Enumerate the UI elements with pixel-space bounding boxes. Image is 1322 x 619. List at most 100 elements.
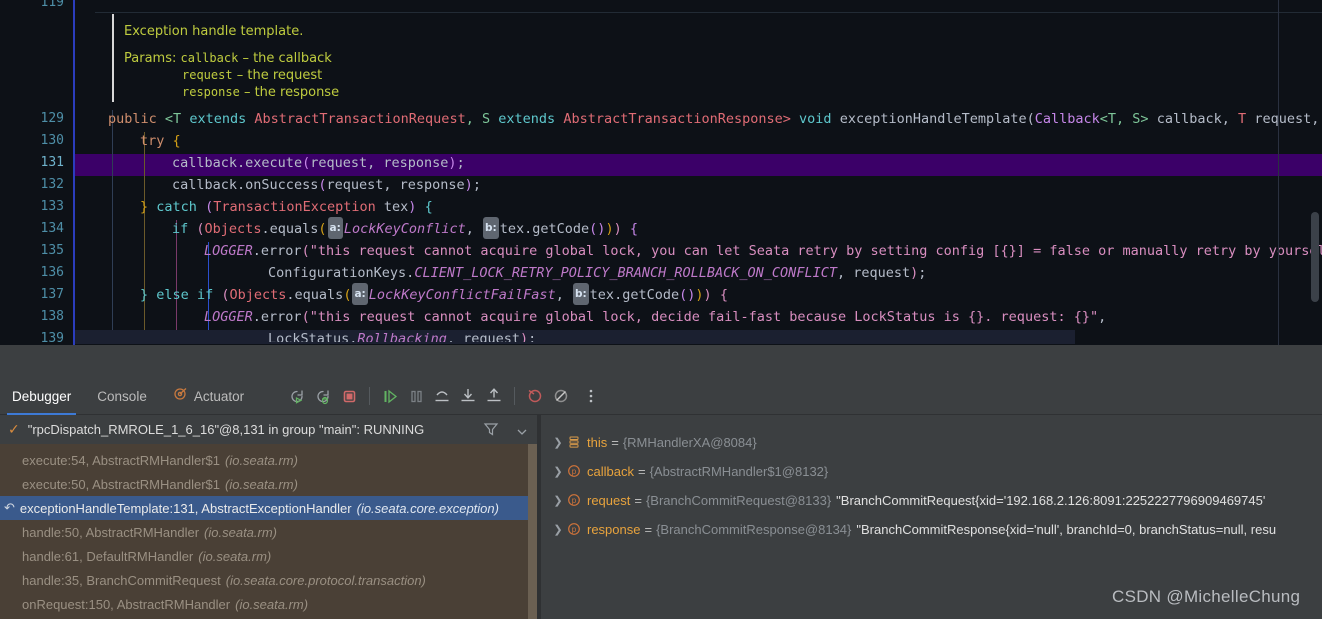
line-number: 130 xyxy=(40,133,64,148)
line-number: 132 xyxy=(40,177,64,192)
javadoc-param-name: response xyxy=(182,85,240,99)
line-number: 135 xyxy=(40,243,64,258)
step-out-button[interactable] xyxy=(481,383,507,409)
chevron-down-icon[interactable] xyxy=(515,423,529,442)
chevron-right-icon[interactable]: ❯ xyxy=(551,436,565,449)
fold-separator xyxy=(95,12,1322,13)
line-number: 138 xyxy=(40,309,64,324)
toolbar-separator xyxy=(369,387,371,405)
frame-row[interactable]: handle:50, AbstractRMHandler (io.seata.r… xyxy=(0,520,534,544)
javadoc-param-desc: – the request xyxy=(236,68,323,83)
variable-value: "BranchCommitResponse{xid='null', branch… xyxy=(856,521,1277,537)
frames-scrollbar[interactable] xyxy=(528,444,537,619)
rerun-debug-button[interactable] xyxy=(310,383,336,409)
line-number: 134 xyxy=(40,221,64,236)
frame-row[interactable]: handle:35, BranchCommitRequest (io.seata… xyxy=(0,568,534,592)
tab-actuator-label: Actuator xyxy=(193,388,245,404)
line-number: 136 xyxy=(40,265,64,280)
tab-console[interactable]: Console xyxy=(97,378,147,415)
frame-method: exceptionHandleTemplate:131, AbstractExc… xyxy=(19,500,352,516)
frame-package: (io.seata.rm) xyxy=(198,548,272,564)
pause-program-button[interactable] xyxy=(403,383,429,409)
thread-selector[interactable]: ✓ "rpcDispatch_RMROLE_1_6_16"@8,131 in g… xyxy=(0,415,541,444)
frame-row[interactable]: onRequest:150, AbstractRMHandler (io.sea… xyxy=(0,592,534,616)
variable-row[interactable]: ❯ p response = {BranchCommitResponse@813… xyxy=(541,517,1322,541)
javadoc-param-name: callback xyxy=(180,51,239,65)
parameter-icon: p xyxy=(567,464,581,478)
variable-name: this xyxy=(587,434,608,450)
frame-row[interactable]: handle:61, DefaultRMHandler (io.seata.rm… xyxy=(0,544,534,568)
equals-sign: = xyxy=(644,521,653,537)
step-over-button[interactable] xyxy=(429,383,455,409)
chevron-right-icon[interactable]: ❯ xyxy=(551,523,565,536)
line-number: 137 xyxy=(40,287,64,302)
line-number: 119 xyxy=(40,0,64,10)
code-line-134: if (Objects.equals(a: LockKeyConflict, b:… xyxy=(172,217,638,240)
step-into-button[interactable] xyxy=(455,383,481,409)
frame-method: onRequest:150, AbstractRMHandler xyxy=(22,596,231,612)
javadoc-param-name: request xyxy=(182,68,233,82)
frame-method: handle:61, DefaultRMHandler xyxy=(22,548,194,564)
javadoc-param-desc: – the callback xyxy=(242,51,332,66)
variable-name: request xyxy=(587,492,631,508)
param-hint-b: b: xyxy=(572,283,589,305)
drop-frame-icon: ↶ xyxy=(4,500,15,515)
javadoc-param-desc: – the response xyxy=(243,85,340,100)
chevron-right-icon[interactable]: ❯ xyxy=(551,465,565,478)
variable-value: "BranchCommitRequest{xid='192.168.2.126:… xyxy=(836,492,1266,508)
frame-row[interactable]: execute:54, AbstractRMHandler$1 (io.seat… xyxy=(0,448,534,472)
variable-row[interactable]: ❯ p callback = {AbstractRMHandler$1@8132… xyxy=(541,459,1322,483)
this-object-icon xyxy=(567,435,581,449)
gutter-divider xyxy=(73,0,75,345)
equals-sign: = xyxy=(637,463,646,479)
thread-running-icon: ✓ xyxy=(8,421,20,438)
editor-scrollbar-thumb[interactable] xyxy=(1311,212,1319,302)
view-breakpoints-button[interactable] xyxy=(548,383,574,409)
javadoc-title: Exception handle template. xyxy=(124,24,304,39)
line-number: 133 xyxy=(40,199,64,214)
actuator-icon xyxy=(173,378,188,415)
frame-row[interactable]: execute:50, AbstractRMHandler$1 (io.seat… xyxy=(0,472,534,496)
frames-panel[interactable]: ✓ "rpcDispatch_RMROLE_1_6_16"@8,131 in g… xyxy=(0,415,541,619)
frame-package: (io.seata.rm) xyxy=(204,524,278,540)
debugger-toolbar[interactable]: Debugger Console Actuator xyxy=(0,378,1322,415)
indent-guide xyxy=(112,110,113,330)
code-line-136: ConfigurationKeys.CLIENT_LOCK_RETRY_POLI… xyxy=(268,265,927,281)
param-hint-a: a: xyxy=(327,217,343,239)
editor-gutter[interactable]: 119 129 130 131 132 133 134 135 136 137 … xyxy=(0,0,73,345)
resume-program-button[interactable] xyxy=(377,383,403,409)
variable-ref: {BranchCommitResponse@8134} xyxy=(656,521,852,537)
code-line-137: } else if (Objects.equals(a: LockKeyConfl… xyxy=(140,283,728,306)
frame-package: (io.seata.rm) xyxy=(225,452,298,468)
variable-row[interactable]: ❯ p request = {BranchCommitRequest@8133}… xyxy=(541,488,1322,512)
frame-package: (io.seata.rm) xyxy=(225,476,298,492)
panel-top-edge xyxy=(0,345,1322,378)
more-options-button[interactable] xyxy=(578,383,604,409)
param-hint-a: a: xyxy=(352,283,368,305)
right-margin-line xyxy=(1278,0,1279,345)
frame-row-selected[interactable]: ↶ exceptionHandleTemplate:131, AbstractE… xyxy=(0,496,534,520)
frame-method: execute:54, AbstractRMHandler$1 xyxy=(22,452,220,468)
mute-breakpoints-button[interactable] xyxy=(522,383,548,409)
code-line-129: public <T extends AbstractTransactionReq… xyxy=(108,111,1320,127)
partial-line-139-highlight xyxy=(75,330,1075,344)
stop-button[interactable] xyxy=(336,383,362,409)
javadoc-param-row: request – the request xyxy=(182,67,322,84)
chevron-right-icon[interactable]: ❯ xyxy=(551,494,565,507)
tab-actuator[interactable]: Actuator xyxy=(173,378,244,415)
toolbar-separator xyxy=(514,387,516,405)
frame-method: handle:35, BranchCommitRequest xyxy=(22,572,221,588)
equals-sign: = xyxy=(634,492,642,508)
variable-row[interactable]: ❯ this = {RMHandlerXA@8084} xyxy=(541,430,1322,454)
parameter-icon: p xyxy=(567,493,581,507)
thread-label: "rpcDispatch_RMROLE_1_6_16"@8,131 in gro… xyxy=(27,422,425,437)
param-hint-b: b: xyxy=(483,217,499,239)
filter-icon[interactable] xyxy=(483,421,499,441)
code-line-138: LOGGER.error("this request cannot acquir… xyxy=(204,309,1107,325)
code-line-133: } catch (TransactionException tex) { xyxy=(140,199,433,215)
tab-debugger[interactable]: Debugger xyxy=(6,378,77,415)
rerun-button[interactable] xyxy=(284,383,310,409)
code-editor[interactable]: 119 129 130 131 132 133 134 135 136 137 … xyxy=(0,0,1322,345)
variable-ref: {BranchCommitRequest@8133} xyxy=(645,492,832,508)
frame-method: execute:50, AbstractRMHandler$1 xyxy=(22,476,220,492)
